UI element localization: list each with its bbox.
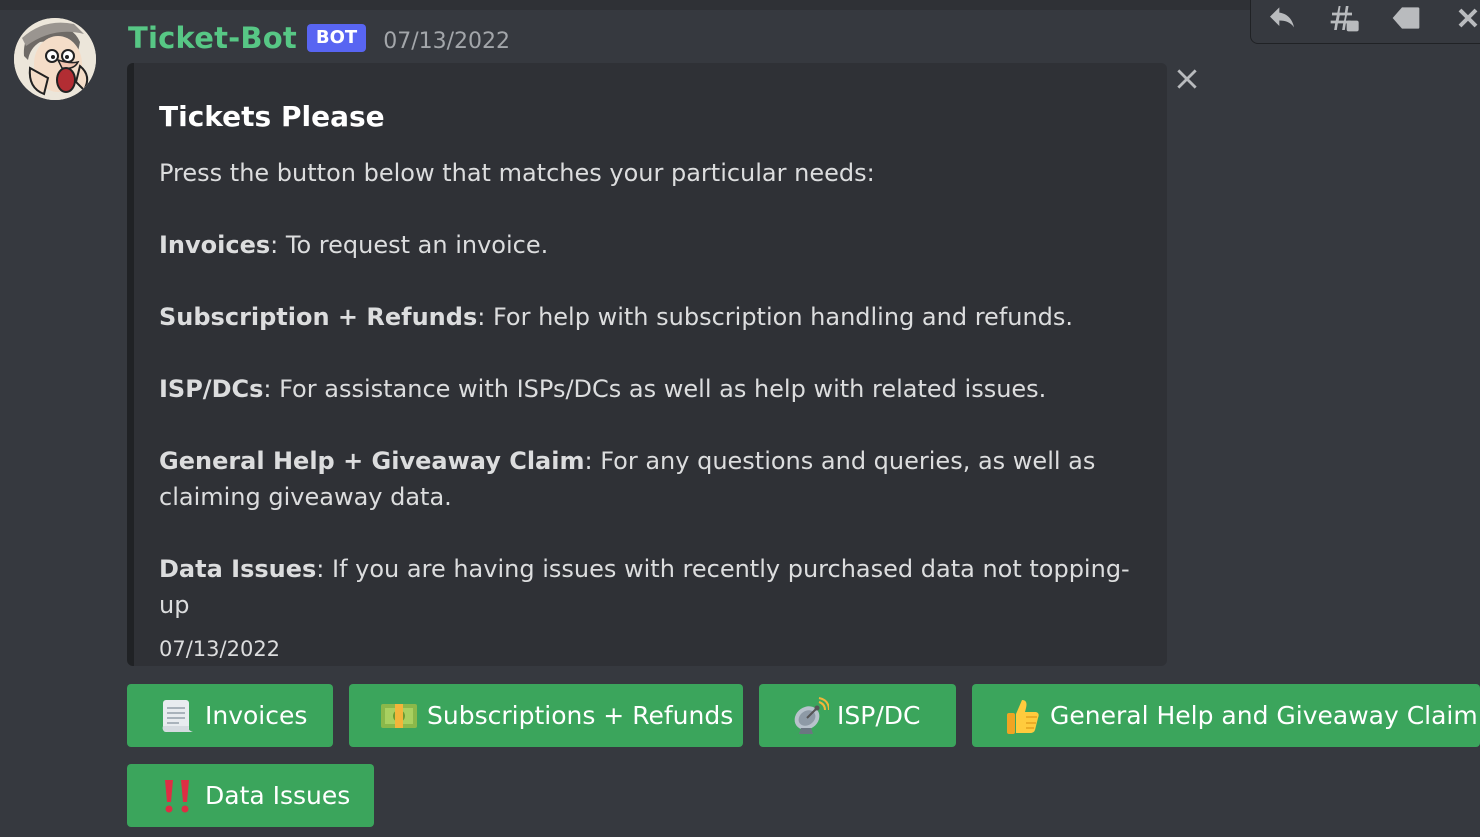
money-icon xyxy=(379,696,419,736)
more-icon[interactable] xyxy=(1451,1,1480,35)
bot-badge: BOT xyxy=(306,24,367,52)
embed-content: Tickets Please Press the button below th… xyxy=(159,97,1144,661)
tag-icon[interactable] xyxy=(1389,1,1423,35)
embed-description: Press the button below that matches your… xyxy=(159,155,1144,623)
chat-area: Ticket-Bot BOT 07/13/2022 Tickets Please… xyxy=(0,0,1480,837)
page-icon xyxy=(157,696,197,736)
isp-dc-button[interactable]: ISP/DC xyxy=(759,684,956,747)
message-action-toolbar xyxy=(1250,0,1480,44)
close-icon[interactable] xyxy=(1172,64,1202,94)
invoices-button[interactable]: Invoices xyxy=(127,684,333,747)
embed-title: Tickets Please xyxy=(159,100,385,133)
button-label: Data Issues xyxy=(205,781,351,810)
embed: Tickets Please Press the button below th… xyxy=(127,63,1167,666)
username[interactable]: Ticket-Bot xyxy=(128,21,297,55)
message-timestamp[interactable]: 07/13/2022 xyxy=(383,29,510,54)
button-label: Invoices xyxy=(205,701,308,730)
embed-intro: Press the button below that matches your… xyxy=(159,159,875,187)
embed-item-isp: ISP/DCs: For assistance with ISPs/DCs as… xyxy=(159,371,1144,407)
embed-item-text: : To request an invoice. xyxy=(270,231,549,259)
embed-item-label: Invoices xyxy=(159,231,271,259)
embed-item-label: ISP/DCs xyxy=(159,375,264,403)
embed-item-text: : For help with subscription handling an… xyxy=(477,303,1074,331)
embed-item-general: General Help + Giveaway Claim: For any q… xyxy=(159,443,1144,515)
embed-footer-timestamp: 07/13/2022 xyxy=(159,637,281,661)
data-issues-button[interactable]: Data Issues xyxy=(127,764,374,827)
reply-icon[interactable] xyxy=(1265,1,1299,35)
satellite-dish-icon xyxy=(789,696,829,736)
embed-item-invoices: Invoices: To request an invoice. xyxy=(159,227,1144,263)
embed-item-label: Subscription + Refunds xyxy=(159,303,478,331)
thumbs-up-icon xyxy=(1002,696,1042,736)
button-label: General Help and Giveaway Claim xyxy=(1050,701,1478,730)
button-label: ISP/DC xyxy=(837,701,921,730)
double-exclamation-icon xyxy=(157,776,197,816)
thread-icon[interactable] xyxy=(1327,1,1361,35)
button-label: Subscriptions + Refunds xyxy=(427,701,734,730)
subscriptions-refunds-button[interactable]: Subscriptions + Refunds xyxy=(349,684,743,747)
embed-item-data: Data Issues: If you are having issues wi… xyxy=(159,551,1144,623)
embed-item-label: General Help + Giveaway Claim xyxy=(159,447,585,475)
message-header: Ticket-Bot BOT 07/13/2022 xyxy=(128,18,510,58)
cartoon-man-avatar[interactable] xyxy=(14,18,96,100)
embed-item-text: : For assistance with ISPs/DCs as well a… xyxy=(263,375,1047,403)
embed-item-subscription: Subscription + Refunds: For help with su… xyxy=(159,299,1144,335)
embed-item-label: Data Issues xyxy=(159,555,317,583)
general-help-giveaway-button[interactable]: General Help and Giveaway Claim xyxy=(972,684,1480,747)
